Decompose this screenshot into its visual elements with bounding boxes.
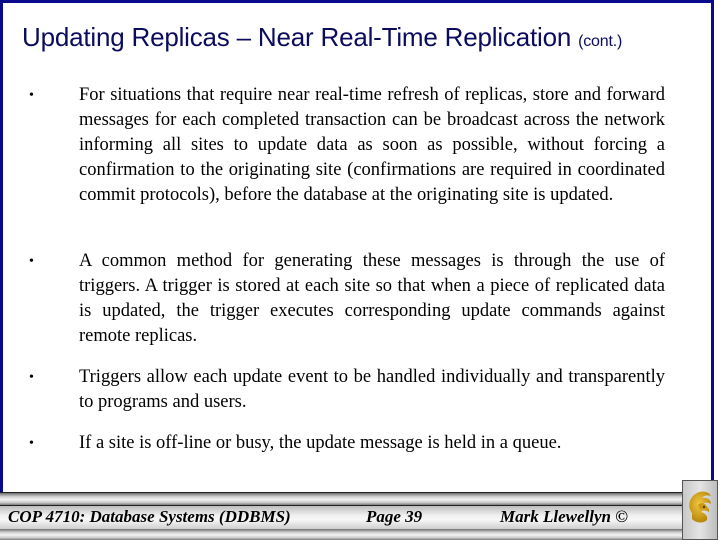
bullet-text: Triggers allow each update event to be h… (79, 367, 665, 412)
logo-box (682, 480, 718, 540)
bullet-text: For situations that require near real-ti… (79, 85, 665, 205)
bullet-icon: • (29, 254, 34, 269)
bullet-text: If a site is off-line or busy, the updat… (79, 433, 562, 453)
slide-title-main: Updating Replicas – Near Real-Time Repli… (22, 22, 572, 52)
footer-course: COP 4710: Database Systems (DDBMS) (8, 507, 291, 526)
bullet-text: A common method for generating these mes… (79, 251, 665, 346)
footer-bar-top (0, 492, 682, 505)
slide-margin (714, 0, 720, 480)
bullet-icon: • (29, 436, 34, 451)
bullet-icon: • (29, 88, 34, 103)
slide-frame (0, 0, 714, 492)
footer-page-number: Page 39 (366, 507, 423, 526)
slide-title: Updating Replicas – Near Real-Time Repli… (22, 22, 712, 53)
footer-bar-bottom (0, 529, 682, 540)
pegasus-logo-icon (689, 491, 711, 523)
slide-title-suffix: (cont.) (578, 33, 623, 50)
bullet-icon: • (29, 370, 34, 385)
footer-author: Mark Llewellyn © (500, 507, 628, 526)
